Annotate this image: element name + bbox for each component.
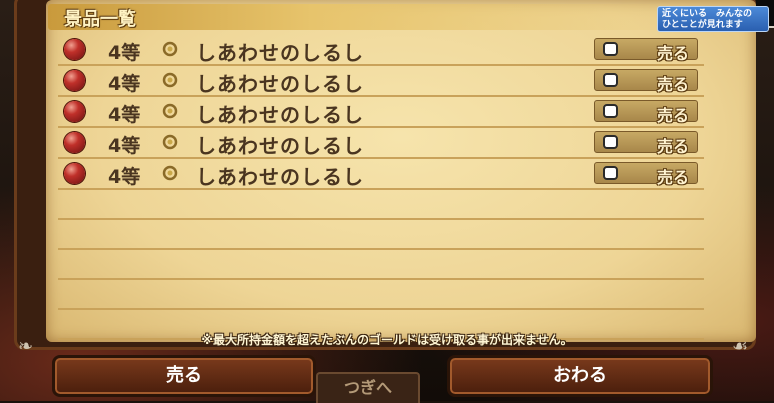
prize-name: しあわせのしるし (196, 165, 364, 189)
nearby-messages-notice[interactable]: 近くにいる みんなの ひとことが見れます (657, 6, 769, 32)
ring-icon (162, 165, 178, 181)
empty-row (58, 190, 704, 220)
empty-row (58, 280, 704, 310)
prize-list: 4等 しあわせのしるし 売る 4等 しあわせのしるし 売る 4等 しあわせのしる… (58, 35, 704, 340)
notice-line-1: 近くにいる みんなの (662, 9, 753, 19)
prize-name: しあわせのしるし (196, 72, 364, 96)
empty-row (58, 250, 704, 280)
sell-toggle[interactable]: 売る (594, 69, 698, 94)
empty-row (58, 220, 704, 250)
prize-rank: 4等 (108, 73, 141, 95)
prize-name: しあわせのしるし (196, 41, 364, 65)
ring-icon (162, 41, 178, 57)
ring-icon (162, 134, 178, 150)
checkbox-icon[interactable] (603, 73, 618, 87)
sell-label: 売る (656, 168, 689, 187)
sell-label: 売る (656, 44, 689, 63)
corner-ornament-left: ❧ (18, 336, 34, 357)
prize-row: 4等 しあわせのしるし 売る (58, 97, 704, 128)
red-orb-icon (64, 132, 85, 153)
sell-toggle[interactable]: 売る (594, 131, 698, 156)
sell-toggle[interactable]: 売る (594, 100, 698, 125)
prize-row: 4等 しあわせのしるし 売る (58, 159, 704, 190)
prize-rank: 4等 (108, 166, 141, 188)
red-orb-icon (64, 101, 85, 122)
close-button[interactable]: おわる (447, 355, 713, 397)
sell-toggle[interactable]: 売る (594, 38, 698, 63)
checkbox-icon[interactable] (603, 42, 618, 56)
checkbox-icon[interactable] (603, 104, 618, 118)
corner-ornament-right: ☙ (732, 336, 749, 357)
ring-icon (162, 103, 178, 119)
sell-label: 売る (656, 137, 689, 156)
prize-rank: 4等 (108, 135, 141, 157)
prize-row: 4等 しあわせのしるし 売る (58, 128, 704, 159)
prize-name: しあわせのしるし (196, 103, 364, 127)
prize-rank: 4等 (108, 42, 141, 64)
gold-limit-note: ※最大所持金額を超えたぶんのゴールドは受け取る事が出来ません。 (201, 333, 573, 347)
notice-line-2: ひとことが見れます (662, 20, 743, 30)
sell-toggle[interactable]: 売る (594, 162, 698, 187)
red-orb-icon (64, 70, 85, 91)
sell-button[interactable]: 売る (52, 355, 316, 397)
panel-title: 景品一覧 (64, 9, 136, 30)
ring-icon (162, 72, 178, 88)
sell-label: 売る (656, 106, 689, 125)
prize-row: 4等 しあわせのしるし 売る (58, 66, 704, 97)
red-orb-icon (64, 39, 85, 60)
panel-title-band: 景品一覧 (48, 4, 708, 30)
prize-rank: 4等 (108, 104, 141, 126)
sell-label: 売る (656, 75, 689, 94)
checkbox-icon[interactable] (603, 135, 618, 149)
next-button[interactable]: つぎへ (316, 372, 420, 403)
red-orb-icon (64, 163, 85, 184)
prize-name: しあわせのしるし (196, 134, 364, 158)
prize-row: 4等 しあわせのしるし 売る (58, 35, 704, 66)
checkbox-icon[interactable] (603, 166, 618, 180)
